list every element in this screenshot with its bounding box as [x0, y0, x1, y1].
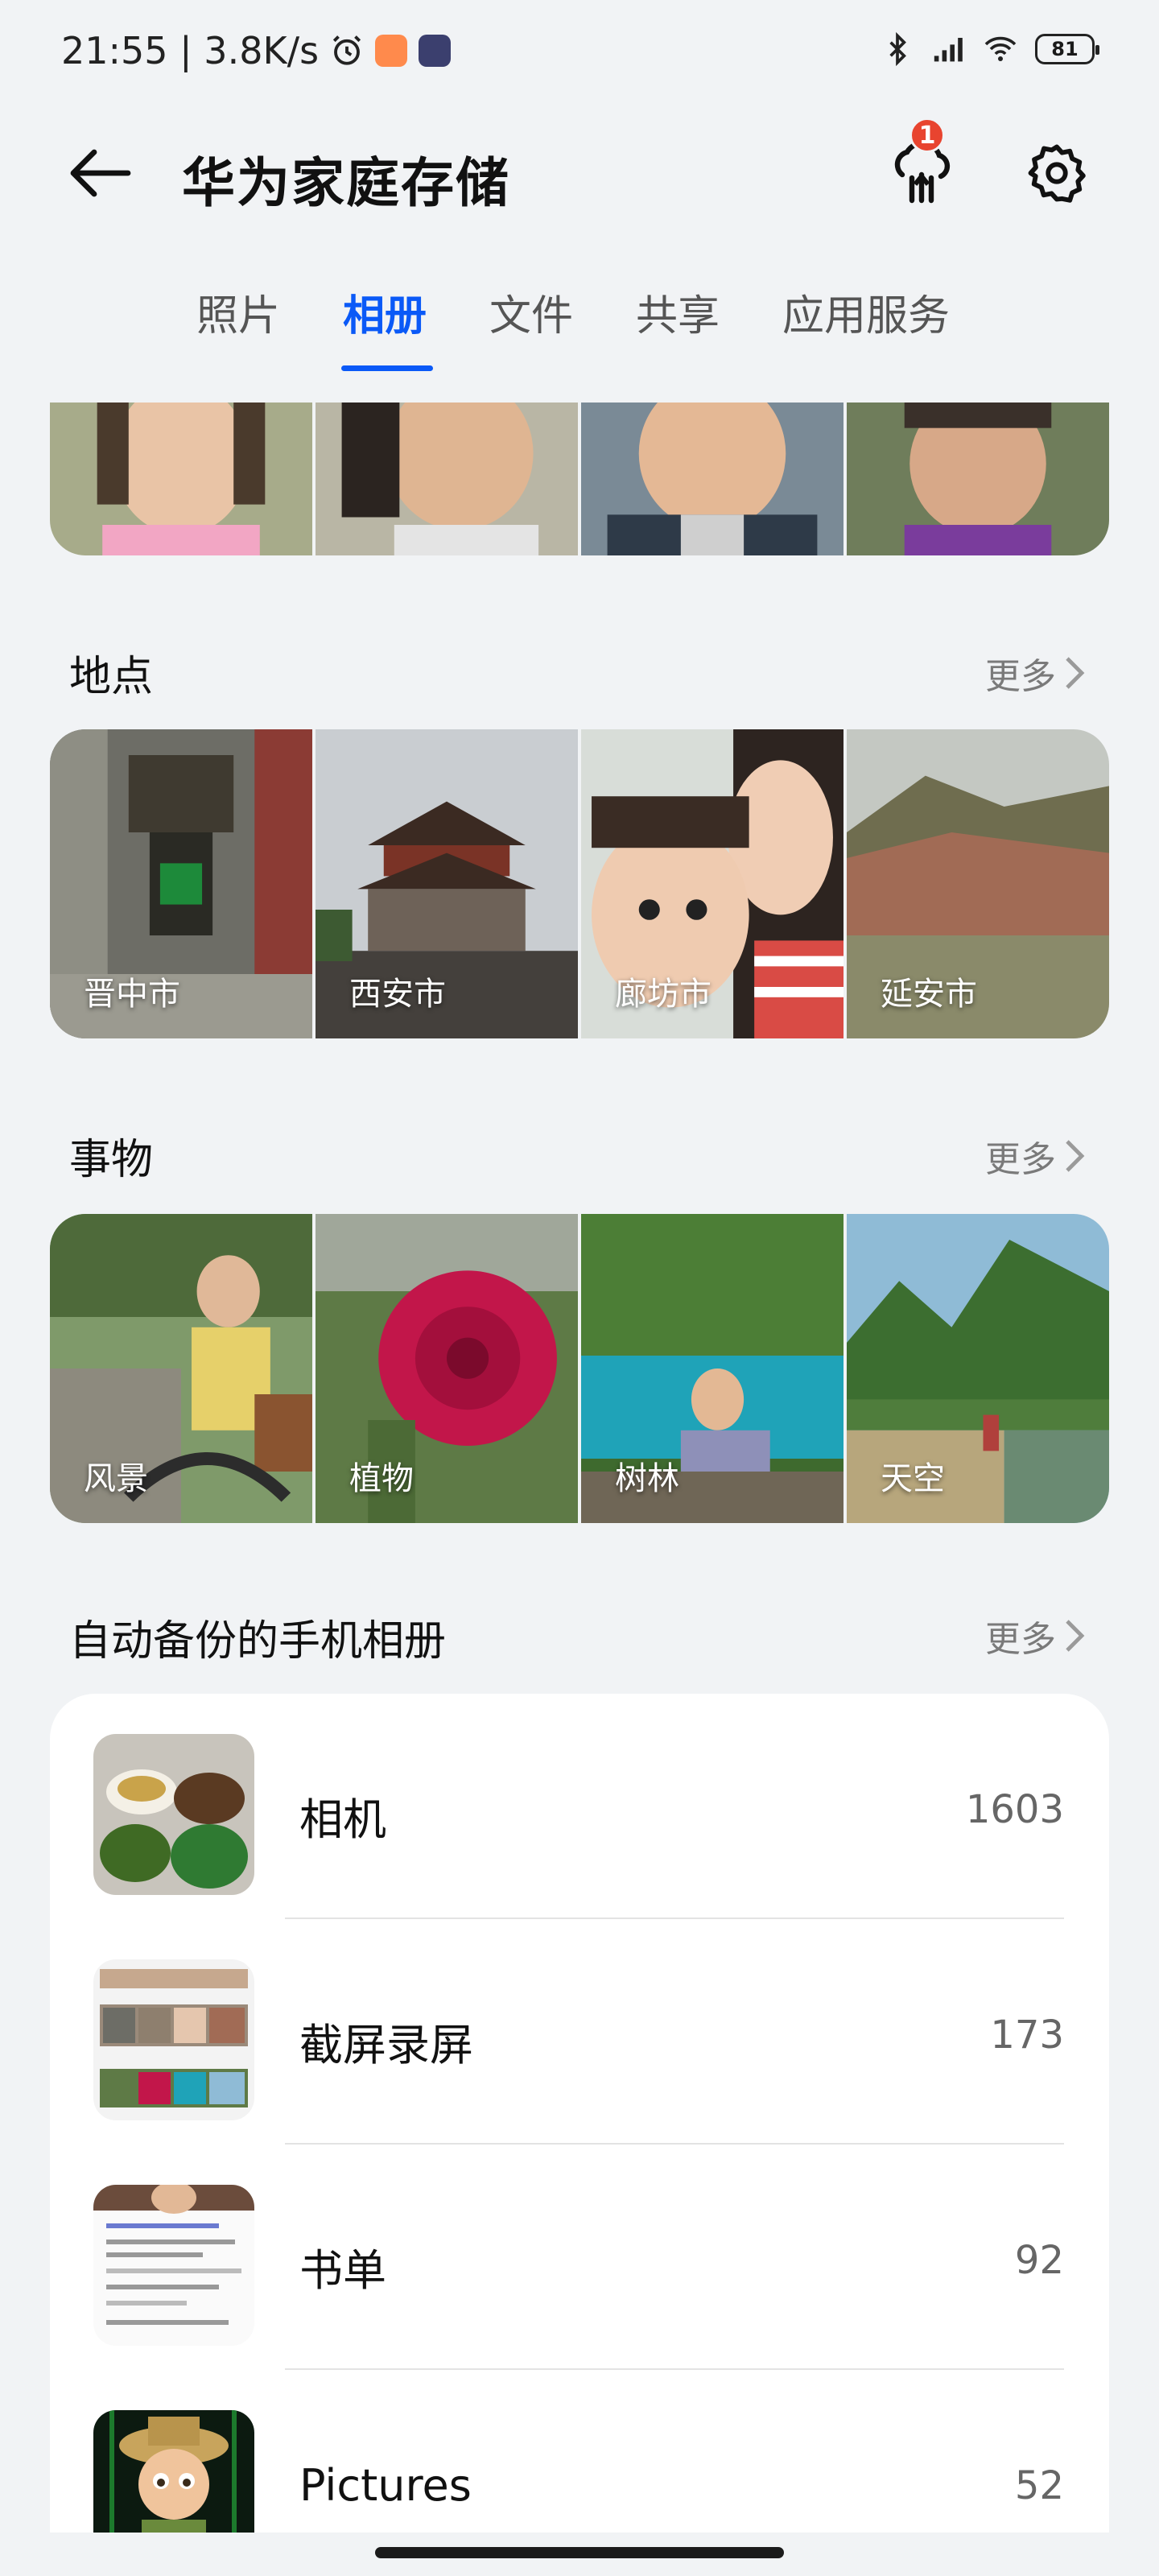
section-title-auto-backup: 自动备份的手机相册	[69, 1617, 447, 1666]
album-name: 截屏录屏	[299, 2020, 473, 2070]
album-count: 92	[1014, 2238, 1064, 2283]
page-title: 华为家庭存储	[182, 152, 510, 214]
album-thumbnail	[93, 2185, 254, 2346]
place-label: 延安市	[881, 976, 977, 1013]
person-thumbnail[interactable]	[50, 402, 312, 555]
album-row-screenshots[interactable]: 截屏录屏 173	[50, 1919, 1109, 2145]
album-name: Pictures	[299, 2460, 472, 2511]
album-count: 173	[990, 2013, 1064, 2058]
back-button[interactable]	[64, 137, 137, 209]
thing-tile[interactable]: 植物	[316, 1214, 578, 1523]
status-time-speed: 21:55 | 3.8K/s	[61, 29, 320, 72]
tab-bar: 照片 相册 文件 共享 应用服务	[0, 266, 1159, 378]
place-tile[interactable]: 西安市	[316, 729, 578, 1038]
status-bar: 21:55 | 3.8K/s 81	[0, 0, 1159, 105]
arrow-left-icon	[70, 149, 131, 197]
album-row-camera[interactable]: 相机 1603	[50, 1694, 1109, 1919]
home-indicator[interactable]	[375, 2547, 784, 2558]
status-left: 21:55 | 3.8K/s	[61, 29, 452, 72]
tab-share[interactable]: 共享	[636, 282, 720, 342]
app-bar: 华为家庭存储 1	[0, 105, 1159, 233]
tab-app-services[interactable]: 应用服务	[782, 282, 950, 342]
status-right: 81	[881, 31, 1099, 67]
album-row-booklist[interactable]: 书单 92	[50, 2145, 1109, 2370]
chevron-right-icon	[1066, 1140, 1085, 1172]
place-label: 晋中市	[84, 976, 180, 1013]
bluetooth-icon	[881, 31, 914, 67]
battery-icon: 81	[1035, 34, 1099, 64]
notification-badge: 1	[909, 118, 945, 153]
place-tile[interactable]: 廊坊市	[581, 729, 843, 1038]
section-title-places: 地点	[69, 653, 154, 701]
thing-tile[interactable]: 天空	[847, 1214, 1109, 1523]
gear-icon	[1028, 144, 1086, 203]
album-name: 书单	[299, 2245, 386, 2296]
album-thumbnail	[93, 1734, 254, 1895]
place-tile[interactable]: 晋中市	[50, 729, 312, 1038]
more-label: 更多	[985, 1619, 1056, 1660]
place-label: 西安市	[349, 976, 446, 1013]
thing-tile[interactable]: 风景	[50, 1214, 312, 1523]
active-tab-indicator	[341, 365, 433, 371]
things-more-link[interactable]: 更多	[985, 1130, 1085, 1182]
thing-label: 树林	[615, 1460, 679, 1497]
tab-photos[interactable]: 照片	[196, 282, 280, 342]
thing-label: 植物	[349, 1460, 414, 1497]
more-label: 更多	[985, 656, 1056, 697]
chevron-right-icon	[1066, 1620, 1085, 1652]
auto-backup-more-link[interactable]: 更多	[985, 1610, 1085, 1662]
settings-button[interactable]	[1021, 137, 1093, 209]
more-label: 更多	[985, 1139, 1056, 1180]
people-strip	[50, 402, 1109, 555]
person-thumbnail[interactable]	[316, 402, 578, 555]
things-strip: 风景 植物 树林 天空	[50, 1214, 1109, 1523]
person-thumbnail[interactable]	[847, 402, 1109, 555]
place-tile[interactable]: 延安市	[847, 729, 1109, 1038]
places-more-link[interactable]: 更多	[985, 647, 1085, 699]
thing-label: 天空	[881, 1460, 945, 1497]
thing-label: 风景	[84, 1460, 148, 1497]
signal-icon	[932, 32, 966, 66]
app-notification-icon	[419, 35, 452, 67]
person-thumbnail[interactable]	[581, 402, 843, 555]
wifi-icon	[984, 32, 1017, 66]
tab-files[interactable]: 文件	[489, 282, 573, 342]
section-title-things: 事物	[69, 1136, 154, 1184]
album-list-card: 相机 1603 截屏录屏 173 书单 92 Pictures 52	[50, 1694, 1109, 2576]
alarm-icon	[330, 34, 364, 68]
place-label: 廊坊市	[615, 976, 711, 1013]
tab-albums[interactable]: 相册	[343, 282, 427, 342]
album-count: 1603	[965, 1787, 1064, 1832]
album-thumbnail	[93, 1959, 254, 2120]
album-count: 52	[1014, 2463, 1064, 2508]
app-notification-icon	[375, 35, 408, 67]
album-name: 相机	[299, 1794, 386, 1845]
chevron-right-icon	[1066, 657, 1085, 689]
places-strip: 晋中市 西安市 廊坊市 延安市	[50, 729, 1109, 1038]
thing-tile[interactable]: 树林	[581, 1214, 843, 1523]
